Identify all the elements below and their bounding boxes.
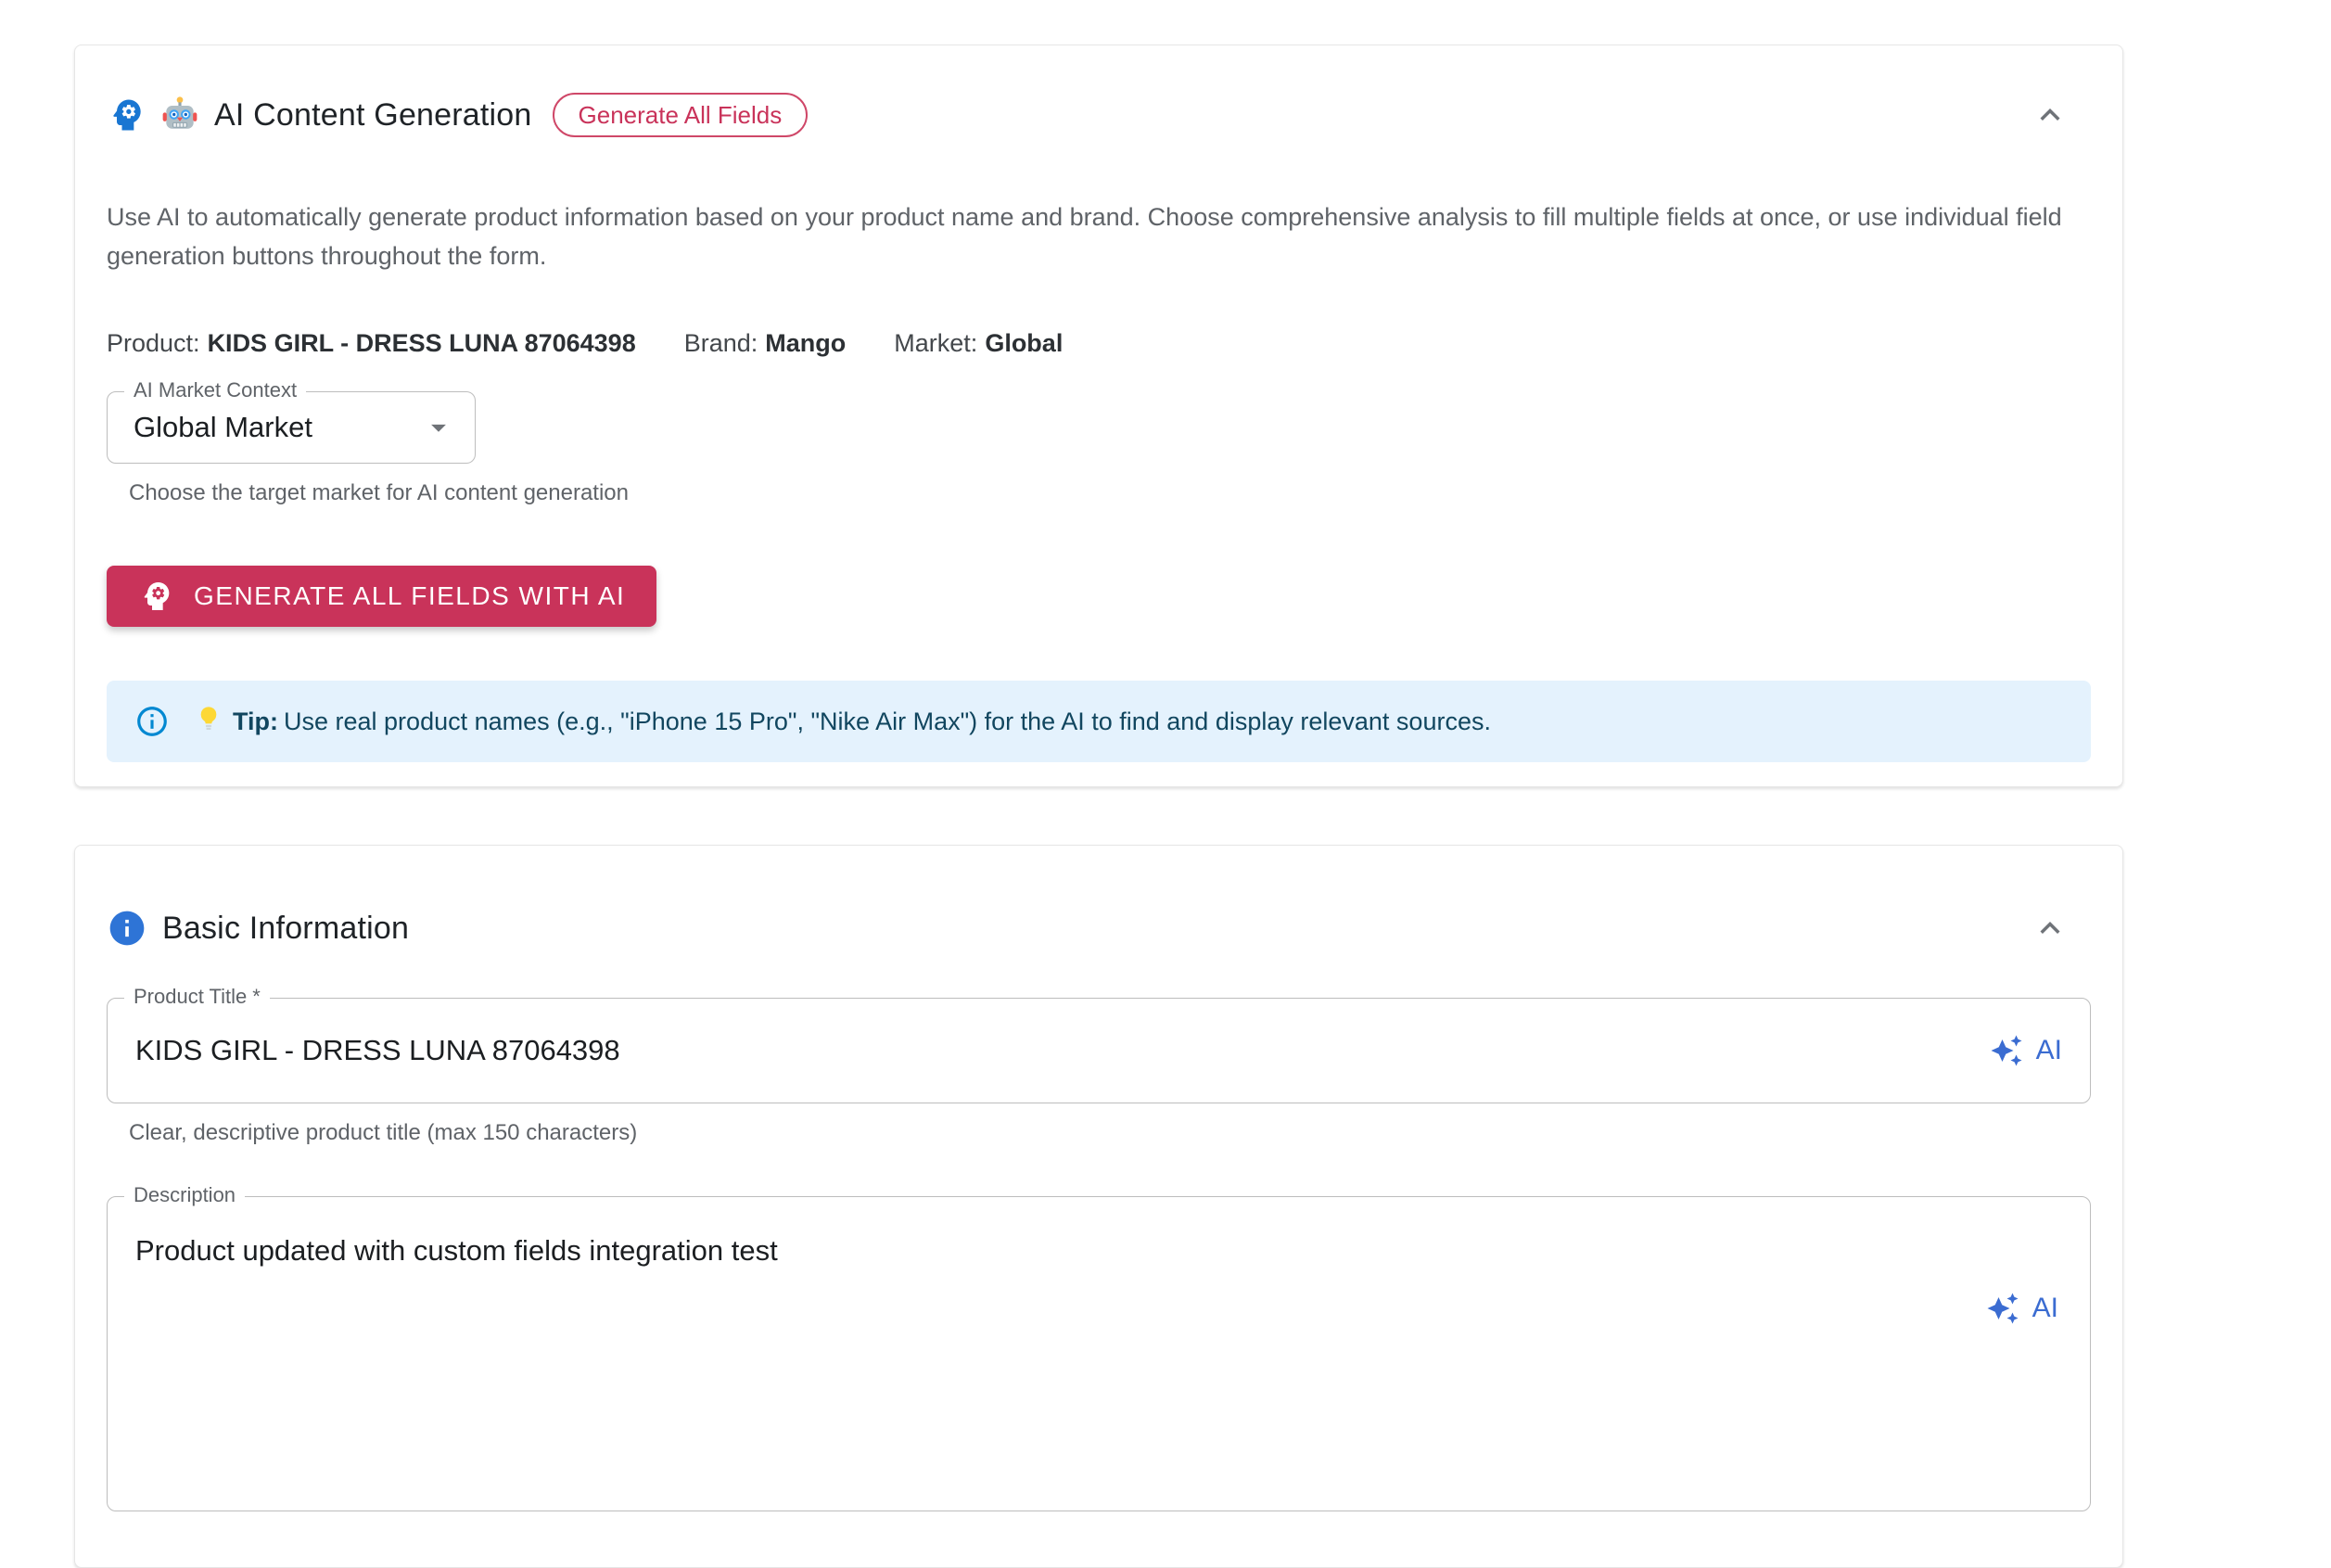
product-value: KIDS GIRL - DRESS LUNA 87064398 (207, 329, 636, 357)
ai-button-label: AI (2032, 1293, 2058, 1323)
ai-market-context-label: AI Market Context (124, 378, 307, 402)
brand-value: Mango (765, 329, 847, 357)
description-textarea[interactable] (135, 1230, 1923, 1483)
chevron-up-icon (2031, 909, 2070, 948)
sparkle-icon (1986, 1292, 2019, 1325)
product-title-field: Product Title* AI (107, 985, 2091, 1103)
ai-card-header: AI Content Generation Generate All Field… (107, 90, 2091, 140)
market-value: Global (985, 329, 1064, 357)
generate-all-fields-button[interactable]: GENERATE ALL FIELDS WITH AI (107, 566, 657, 627)
description-field: Description AI (107, 1183, 2091, 1511)
collapse-basic-section-button[interactable] (2024, 902, 2076, 954)
tip-label: Tip: (233, 707, 278, 735)
product-label: Product: (107, 329, 200, 357)
psychology-icon (107, 95, 147, 135)
generate-all-fields-chip[interactable]: Generate All Fields (552, 93, 809, 137)
ai-market-context-value: Global Market (134, 411, 312, 443)
ai-generate-description-button[interactable]: AI (1986, 1292, 2058, 1325)
lightbulb-emoji (194, 704, 223, 740)
ai-market-context-helper: Choose the target market for AI content … (129, 480, 629, 505)
basic-section-title: Basic Information (162, 910, 410, 946)
market-label: Market: (894, 329, 978, 357)
ai-section-title: AI Content Generation (214, 96, 532, 133)
chevron-up-icon (2031, 96, 2070, 134)
collapse-ai-section-button[interactable] (2024, 89, 2076, 141)
ai-generate-title-button[interactable]: AI (1990, 1034, 2062, 1067)
info-icon (107, 908, 147, 949)
ai-button-label: AI (2035, 1035, 2062, 1065)
sparkle-icon (1990, 1034, 2023, 1067)
robot-emoji (160, 96, 199, 134)
basic-card-header: Basic Information (107, 903, 2091, 953)
psychology-icon (138, 578, 175, 615)
generate-button-label: GENERATE ALL FIELDS WITH AI (194, 581, 626, 610)
tip-text: Use real product names (e.g., "iPhone 15… (284, 707, 1491, 735)
brand-meta-item: Brand: Mango (684, 329, 847, 358)
product-meta-item: Product: KIDS GIRL - DRESS LUNA 87064398 (107, 329, 636, 358)
product-meta-row: Product: KIDS GIRL - DRESS LUNA 87064398 … (107, 329, 2091, 358)
market-meta-item: Market: Global (894, 329, 1063, 358)
required-asterisk: * (252, 985, 261, 1008)
page: AI Content Generation Generate All Field… (0, 45, 2331, 1568)
product-title-helper: Clear, descriptive product title (max 15… (129, 1120, 638, 1145)
description-label: Description (124, 1183, 246, 1207)
basic-information-card: Basic Information Product Title * KIDS G… (74, 845, 2123, 1568)
tip-alert: Tip: Use real product names (e.g., "iPhon… (107, 681, 2091, 762)
product-title-label-text: Product Title (134, 985, 248, 1008)
product-title-label: Product Title * (124, 985, 270, 1009)
dropdown-arrow-icon (421, 410, 456, 445)
ai-content-generation-card: AI Content Generation Generate All Field… (74, 45, 2123, 787)
ai-section-description: Use AI to automatically generate product… (107, 203, 2062, 270)
ai-market-context-group: AI Market Context Global Market Choose t… (107, 378, 2091, 506)
tip-message: Tip: Use real product names (e.g., "iPhon… (194, 704, 1491, 740)
product-title-input[interactable] (135, 1034, 1990, 1067)
info-outline-icon (134, 704, 170, 739)
ai-market-context-select[interactable]: AI Market Context Global Market (107, 378, 476, 464)
brand-label: Brand: (683, 329, 758, 357)
